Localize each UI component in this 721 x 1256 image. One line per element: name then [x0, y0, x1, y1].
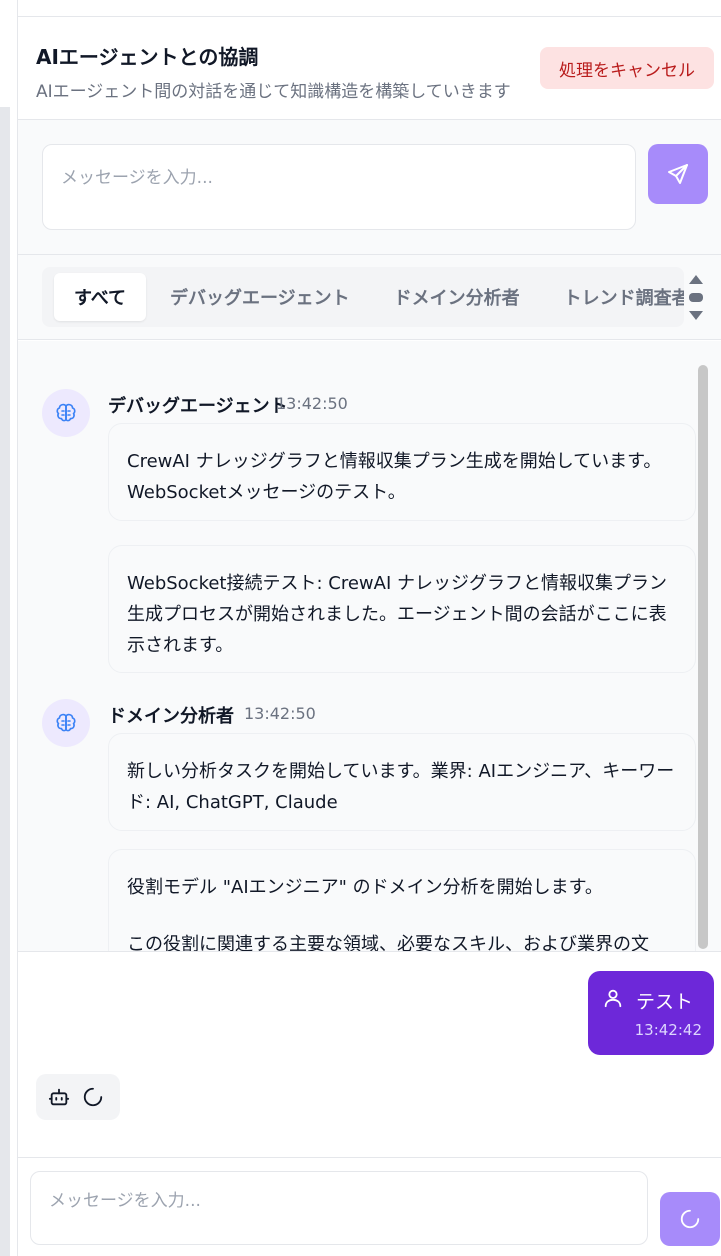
page-subtitle: AIエージェント間の対話を通じて知識構造を構築していきます — [36, 82, 511, 102]
bubble-paragraph: この役割に関連する主要な領域、必要なスキル、および業界の文 — [127, 934, 649, 952]
tab-all[interactable]: すべて — [54, 273, 147, 321]
left-sidebar-edge — [0, 0, 10, 1256]
chat-area: テスト 13:42:42 — [18, 952, 721, 1157]
brain-icon — [56, 713, 76, 732]
chat-input-footer: メッセージを入力... — [18, 1157, 721, 1256]
agent-filter-area: すべて デバッグエージェント ドメイン分析者 トレンド調査者 — [18, 255, 721, 340]
tab-debug-agent[interactable]: デバッグエージェント — [150, 273, 370, 321]
user-message-bubble: テスト 13:42:42 — [588, 971, 714, 1055]
agent-message-bubble: CrewAI ナレッジグラフと情報収集プラン生成を開始しています。WebSock… — [108, 423, 696, 521]
send-icon — [668, 164, 688, 184]
agent-avatar — [42, 699, 90, 747]
message-compose-area: メッセージを入力... — [18, 120, 721, 255]
user-message-time: 13:42:42 — [634, 1021, 702, 1039]
message-timestamp: 13:42:50 — [276, 394, 348, 413]
tab-scroll-arrows-icon[interactable] — [686, 271, 706, 325]
user-name: テスト — [636, 991, 694, 1013]
brain-icon — [56, 403, 76, 422]
agent-name: ドメイン分析者 — [108, 706, 234, 727]
agent-message-bubble: 新しい分析タスクを開始しています。業界: AIエンジニア、キーワード: AI, … — [108, 733, 696, 831]
agent-tabs: すべて デバッグエージェント ドメイン分析者 トレンド調査者 — [42, 267, 684, 327]
chat-send-button[interactable] — [660, 1192, 720, 1246]
agent-message-list[interactable]: デバッグエージェント 13:42:50 CrewAI ナレッジグラフと情報収集プ… — [18, 341, 721, 952]
message-list-scrollbar[interactable] — [698, 365, 708, 949]
tab-domain-analyst[interactable]: ドメイン分析者 — [374, 273, 540, 321]
message-timestamp: 13:42:50 — [244, 704, 316, 723]
agent-name: デバッグエージェント — [108, 396, 288, 417]
spinner-icon — [680, 1209, 700, 1229]
panel-header: AIエージェントとの協調 AIエージェント間の対話を通じて知識構造を構築していき… — [18, 17, 721, 120]
agent-message-bubble: 役割モデル "AIエンジニア" のドメイン分析を開始します。 この役割に関連する… — [108, 849, 696, 952]
bot-icon — [48, 1088, 70, 1106]
agent-message-bubble: WebSocket接続テスト: CrewAI ナレッジグラフと情報収集プラン生成… — [108, 545, 696, 673]
user-icon — [604, 989, 622, 1008]
cancel-processing-button[interactable]: 処理をキャンセル — [540, 47, 714, 89]
spinner-icon — [83, 1087, 103, 1107]
agent-avatar — [42, 389, 90, 437]
message-input[interactable]: メッセージを入力... — [42, 144, 636, 230]
chat-input[interactable]: メッセージを入力... — [30, 1171, 648, 1245]
page-title: AIエージェントとの協調 — [36, 45, 259, 69]
bot-loading-indicator — [36, 1074, 120, 1120]
send-button[interactable] — [648, 144, 708, 204]
bubble-paragraph: 役割モデル "AIエンジニア" のドメイン分析を開始します。 — [127, 877, 603, 898]
tab-trend-researcher[interactable]: トレンド調査者 — [544, 273, 684, 321]
agent-collaboration-panel: AIエージェントとの協調 AIエージェント間の対話を通じて知識構造を構築していき… — [17, 0, 721, 1256]
